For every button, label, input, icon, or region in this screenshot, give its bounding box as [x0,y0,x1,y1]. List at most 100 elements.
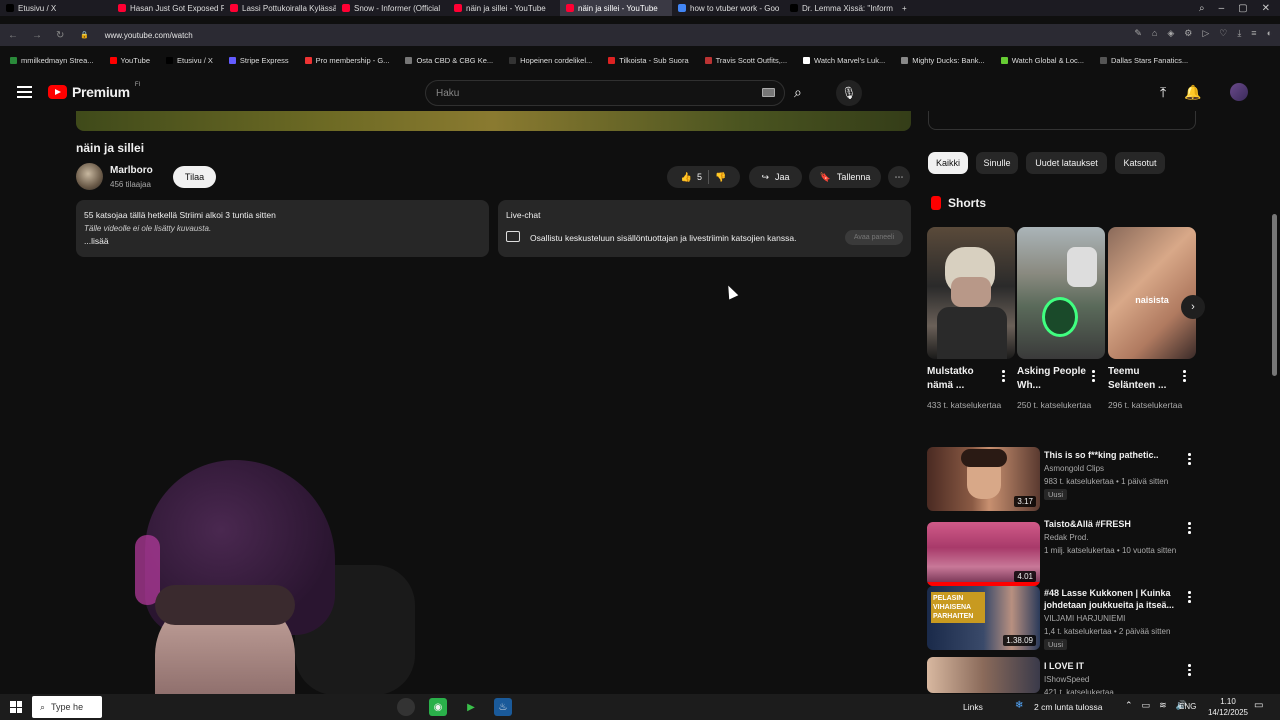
menu-icon[interactable]: ≡ [1251,28,1256,39]
more-vertical-icon[interactable] [1188,589,1191,605]
bookmark-item[interactable]: Pro membership - G... [304,56,389,65]
browser-tab[interactable]: Etusivu / X [0,0,112,16]
chevron-up-icon[interactable]: ⌃ [1125,700,1133,711]
links-toolbar[interactable]: Links [963,702,983,712]
more-vertical-icon[interactable] [1183,368,1186,384]
reload-icon[interactable]: ↻ [56,30,64,41]
more-vertical-icon[interactable] [1092,368,1095,384]
wifi-icon[interactable]: ≋ [1159,700,1167,711]
spotify-icon[interactable]: ◉ [429,698,447,716]
recommendation-channel[interactable]: VILJAMI HARJUNIEMI [1044,613,1189,625]
notifications-icon[interactable]: ▭ [1254,700,1263,711]
recommendation-channel[interactable]: IShowSpeed [1044,674,1189,686]
weather-text[interactable]: 2 cm lunta tulossa [1034,702,1103,712]
profile-icon[interactable]: ◐ [1267,28,1272,39]
save-button[interactable]: 🔖 Tallenna [809,166,881,188]
bookmark-item[interactable]: Mighty Ducks: Bank... [901,56,985,65]
steam-icon[interactable]: ♨ [494,698,512,716]
forward-icon[interactable]: → [32,30,42,41]
notifications-bell-icon[interactable]: 🔔 [1184,84,1201,101]
subscribe-button[interactable]: Tilaa [173,166,216,188]
page-scrollbar[interactable] [1272,214,1277,376]
dislike-button[interactable]: 👎 [715,172,726,183]
recommendation-title[interactable]: I LOVE IT [1044,660,1182,672]
download-icon[interactable]: ⤓ [1237,28,1241,39]
filter-chip[interactable]: Uudet lataukset [1026,152,1107,174]
like-button[interactable]: 👍 5 [681,172,702,183]
app-icon[interactable] [397,698,415,716]
short-thumbnail[interactable] [927,227,1015,359]
shorts-next-button[interactable]: › [1181,295,1205,319]
short-title[interactable]: Mulstatko nämä ... [927,365,1001,393]
language-indicator[interactable]: ENG [1179,702,1196,711]
bookmark-item[interactable]: YouTube [109,56,150,65]
new-tab-icon[interactable]: + [896,4,913,13]
more-vertical-icon[interactable] [1002,368,1005,384]
recommendation-thumbnail[interactable]: PELASIN VIHAISENA PARHAITEN 1.38.09 [927,586,1040,650]
recommendation-thumbnail[interactable] [927,657,1040,693]
recommendation-thumbnail[interactable]: 4.01 [927,522,1040,586]
open-panel-button[interactable]: Avaa paneeli [845,230,903,245]
youtube-premium-logo[interactable]: Premium FI [48,82,140,100]
bookmark-item[interactable]: Watch Global & Loc... [1000,56,1084,65]
extension-icon[interactable]: ✎ [1134,28,1142,39]
url-field[interactable]: www.youtube.com/watch [105,31,193,40]
heart-icon[interactable]: ♡ [1219,28,1227,39]
description-more-link[interactable]: ...lisää [84,235,481,248]
short-title[interactable]: Asking People Wh... [1017,365,1091,393]
close-icon[interactable]: ✕ [1262,3,1270,14]
taskbar-search[interactable]: ⌕ Type he [32,696,102,718]
account-avatar[interactable] [1230,83,1248,101]
network-icon[interactable]: ▭ [1142,700,1151,711]
minimize-icon[interactable]: – [1219,3,1225,14]
channel-name[interactable]: Marlboro [110,165,153,176]
back-icon[interactable]: ← [8,30,18,41]
more-vertical-icon[interactable] [1188,520,1191,536]
bookmark-item[interactable]: Watch Marvel's Luk... [803,56,885,65]
voice-search-button[interactable]: 🎙 [836,80,862,106]
maximize-icon[interactable]: ▢ [1238,3,1247,14]
video-player-bottom-edge[interactable] [76,111,911,131]
clock[interactable]: 1.10 14/12/2025 [1203,696,1253,718]
recommendation-title[interactable]: #48 Lasse Kukkonen | Kuinka johdetaan jo… [1044,587,1182,611]
browser-tab[interactable]: how to vtuber work - Goo [672,0,784,16]
extension-icon[interactable]: ◈ [1167,28,1174,39]
bookmark-item[interactable]: Hopeinen cordelikel... [509,56,592,65]
bookmark-item[interactable]: Stripe Express [228,56,289,65]
search-icon[interactable]: ⌕ [1199,3,1205,14]
short-thumbnail[interactable] [1017,227,1105,359]
bookmark-item[interactable]: mmilkedmayn Strea... [10,56,94,65]
recommendation-title[interactable]: This is so f**king pathetic.. [1044,449,1182,461]
share-button[interactable]: ↪ Jaa [749,166,802,188]
hamburger-menu-icon[interactable] [17,86,32,98]
browser-tab[interactable]: näin ja sillei - YouTube [448,0,560,16]
filter-chip[interactable]: Katsotut [1115,152,1165,174]
recommendation-channel[interactable]: Asmongold Clips [1044,463,1189,475]
recommendation-thumbnail[interactable]: 3.17 [927,447,1040,511]
bookmark-item[interactable]: Osta CBD & CBG Ke... [405,56,493,65]
upload-icon[interactable]: ⤒ [1160,84,1166,101]
filter-chip[interactable]: Kaikki [928,152,968,174]
browser-tab[interactable]: Dr. Lemma Xissä: "Inform [784,0,896,16]
bookmark-item[interactable]: Tilkoista - Sub Suora [608,56,689,65]
streamlabs-icon[interactable]: ▶ [462,698,480,716]
extension-icon[interactable]: ⌂ [1152,28,1157,39]
bookmark-item[interactable]: Travis Scott Outfits,... [704,56,787,65]
more-actions-button[interactable]: ⋯ [888,166,910,188]
search-input[interactable]: Haku [425,80,785,106]
extension-icon[interactable]: ▷ [1202,28,1209,39]
recommendation-title[interactable]: Taisto&Allä #FRESH [1044,518,1182,530]
browser-tab[interactable]: Snow - Informer (Official [336,0,448,16]
browser-tab[interactable]: näin ja sillei - YouTube [560,0,672,16]
bookmark-item[interactable]: Dallas Stars Fanatics... [1100,56,1188,65]
description-box[interactable]: 55 katsojaa tällä hetkellä Striimi alkoi… [76,200,489,257]
windows-start-icon[interactable] [10,701,22,713]
extension-icon[interactable]: ⚙ [1184,28,1192,39]
browser-tab[interactable]: Hasan Just Got Exposed Fr [112,0,224,16]
channel-avatar[interactable] [76,163,103,190]
recommendation-channel[interactable]: Redak Prod. [1044,532,1189,544]
bookmark-item[interactable]: Etusivu / X [166,56,213,65]
short-title[interactable]: Teemu Selänteen ... [1108,365,1182,393]
filter-chip[interactable]: Sinulle [976,152,1018,174]
search-button[interactable]: ⌕ [794,84,802,101]
